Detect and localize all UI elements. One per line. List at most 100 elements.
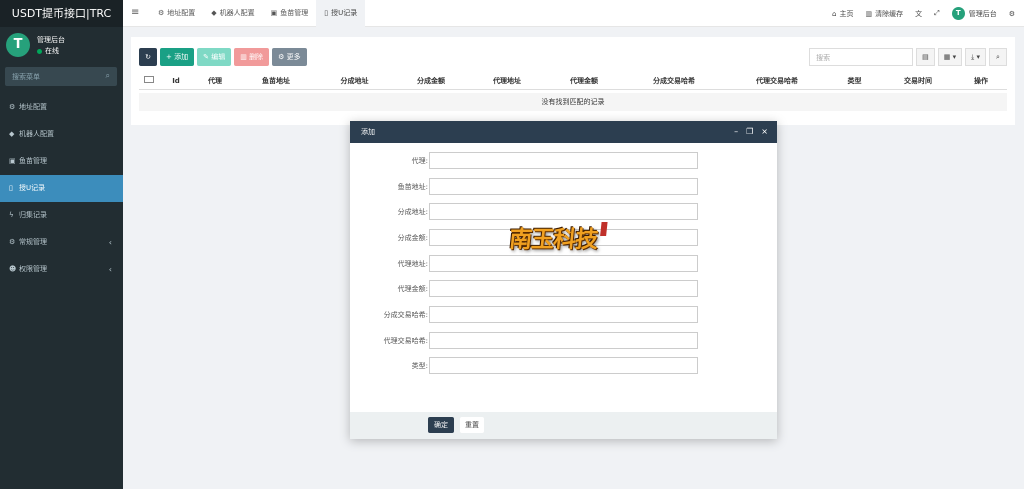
share-tx-hash-field[interactable]	[429, 306, 698, 323]
column-header[interactable]: Id	[159, 72, 193, 89]
column-header[interactable]: 代理交易哈希	[726, 72, 828, 89]
maximize-icon[interactable]: ❐	[746, 121, 753, 143]
column-header[interactable]: 鱼苗地址	[237, 72, 315, 89]
sidebar-search-input[interactable]: 搜索菜单 ⌕	[5, 67, 117, 86]
column-header[interactable]: 分成金额	[394, 72, 468, 89]
delete-button[interactable]: ▥ 删除	[234, 48, 270, 66]
minimize-icon[interactable]: –	[734, 121, 738, 143]
fish-address-field[interactable]	[429, 178, 698, 195]
table-search-placeholder: 搜索	[816, 54, 831, 62]
sidebar-item-address-config[interactable]: ⚙ 地址配置	[0, 94, 123, 121]
tether-logo-icon: T	[6, 33, 30, 57]
close-icon[interactable]: ×	[761, 121, 768, 143]
agent-tx-hash-field[interactable]	[429, 332, 698, 349]
columns-button[interactable]: ▦ ▾	[937, 48, 963, 66]
table-toolbar-right: 搜索 ▤ ▦ ▾ ⤓ ▾ ⌕	[809, 48, 1007, 66]
column-header[interactable]: 分成地址	[315, 72, 394, 89]
sidebar-search-placeholder: 搜索菜单	[12, 73, 40, 81]
search-icon[interactable]: ⌕	[106, 71, 110, 81]
home-label: 主页	[839, 9, 854, 18]
sidebar-item-label: 常规管理	[19, 238, 47, 246]
brand-watermark-logo: 南玉科技	[498, 219, 609, 255]
sidebar-item-general-management[interactable]: ⚙ 常规管理 ‹	[0, 229, 123, 256]
online-dot-icon	[37, 48, 42, 54]
sidebar-item-collection-records[interactable]: ϟ 归集记录	[0, 202, 123, 229]
column-header: 操作	[974, 77, 988, 85]
user-status-text: 在线	[45, 47, 59, 55]
form-row-agent: 代理:	[350, 152, 777, 169]
confirm-button[interactable]: 确定	[428, 417, 454, 433]
clear-cache-button[interactable]: ▥ 清除缓存	[859, 9, 909, 19]
column-header[interactable]: 代理	[193, 72, 237, 89]
agent-amount-field[interactable]	[429, 280, 698, 297]
app-title[interactable]: USDT提币接口|TRC	[0, 0, 123, 27]
bolt-icon: ϟ	[9, 211, 14, 219]
sidebar-item-authorize-records[interactable]: ▯ 授U记录	[0, 175, 123, 202]
column-header[interactable]: 分成交易哈希	[622, 72, 726, 89]
cog-icon: ⚙	[278, 53, 285, 61]
common-search-button[interactable]: ⌕	[989, 48, 1007, 66]
user-name: 管理后台	[37, 36, 65, 44]
user-status: 在线	[37, 46, 59, 56]
column-header[interactable]: 类型	[828, 72, 881, 89]
column-header[interactable]: 代理地址	[468, 72, 546, 89]
tab-authorize-records[interactable]: ▯ 授U记录	[316, 0, 366, 27]
caret-down-icon: ▾	[976, 53, 980, 61]
table-header: Id 代理 鱼苗地址 分成地址 分成金额 代理地址 代理金额 分成交易哈希 代理…	[139, 72, 1007, 90]
add-label: 添加	[174, 53, 189, 61]
field-label: 代理:	[411, 157, 428, 165]
trash-icon: ▥	[865, 9, 873, 18]
table-empty-message: 没有找到匹配的记录	[139, 93, 1007, 111]
field-label: 代理金额:	[397, 285, 428, 293]
agent-field[interactable]	[429, 152, 698, 169]
sidebar-item-robot-config[interactable]: ◆ 机器人配置	[0, 121, 123, 148]
share-address-field[interactable]	[429, 203, 698, 220]
sidebar-item-permission-management[interactable]: ☻ 权限管理 ‹	[0, 256, 123, 283]
field-label: 代理交易哈希:	[383, 337, 428, 345]
cogs-icon: ⚙	[9, 238, 16, 246]
tab-label: 机器人配置	[219, 9, 255, 17]
agent-address-field[interactable]	[429, 255, 698, 272]
search-icon: ⌕	[996, 53, 1000, 61]
dialog-header: 添加 – ❐ ×	[350, 121, 777, 143]
dialog-footer: 确定 重置	[350, 412, 777, 439]
grid-icon: ▦	[943, 53, 951, 61]
gear-icon: ⚙	[158, 9, 165, 17]
refresh-button[interactable]: ↻	[139, 48, 157, 66]
field-label: 分成金额:	[397, 234, 428, 242]
column-header[interactable]: 交易时间	[881, 72, 955, 89]
table-search-input[interactable]: 搜索	[809, 48, 914, 66]
home-link[interactable]: ⌂ 主页	[826, 9, 859, 19]
user-panel: T 管理后台 在线	[0, 27, 123, 63]
tab-address-config[interactable]: ⚙ 地址配置	[150, 0, 203, 27]
settings-button[interactable]: ⚙	[1003, 10, 1024, 18]
tab-robot-config[interactable]: ◆ 机器人配置	[203, 0, 262, 27]
form-row-type: 类型:	[350, 357, 777, 374]
diamond-icon: ◆	[9, 130, 15, 138]
admin-profile[interactable]: T 管理后台	[946, 7, 1003, 20]
top-navbar: ≡ ⚙ 地址配置 ◆ 机器人配置 ▣ 鱼苗管理 ▯ 授U记录 ⌂ 主页 ▥ 清除缓存 文 ⤢…	[123, 0, 1024, 27]
select-all-checkbox[interactable]	[139, 72, 159, 89]
sidebar: USDT提币接口|TRC T 管理后台 在线 搜索菜单 ⌕ ⚙ 地址配置 ◆ 机器人…	[0, 0, 123, 489]
reset-button[interactable]: 重置	[460, 417, 484, 433]
more-button[interactable]: ⚙ 更多	[272, 48, 307, 66]
fullscreen-toggle[interactable]: ⤢	[928, 9, 946, 18]
export-button[interactable]: ⤓ ▾	[965, 48, 986, 66]
column-header[interactable]: 代理金额	[546, 72, 622, 89]
form-row-share-address: 分成地址:	[350, 203, 777, 220]
chevron-left-icon: ‹	[108, 265, 112, 274]
type-field[interactable]	[429, 357, 698, 374]
language-toggle[interactable]: 文	[909, 9, 928, 19]
trash-icon: ▥	[240, 53, 247, 61]
menu-toggle-icon[interactable]: ≡	[131, 7, 139, 18]
edit-button[interactable]: ✎ 编辑	[197, 48, 232, 66]
watermark-text: 南玉科技	[507, 226, 599, 253]
add-button[interactable]: + 添加	[160, 48, 195, 66]
toggle-view-button[interactable]: ▤	[916, 48, 935, 66]
sidebar-item-label: 归集记录	[19, 211, 47, 219]
tab-fish-management[interactable]: ▣ 鱼苗管理	[263, 0, 317, 27]
sidebar-item-fish-management[interactable]: ▣ 鱼苗管理	[0, 148, 123, 175]
more-label: 更多	[286, 53, 301, 61]
add-dialog: 添加 – ❐ × 代理: 鱼苗地址: 分成地址: 分成金额: 代理地址: 代理金…	[350, 121, 777, 439]
tether-logo-icon: T	[951, 7, 965, 20]
